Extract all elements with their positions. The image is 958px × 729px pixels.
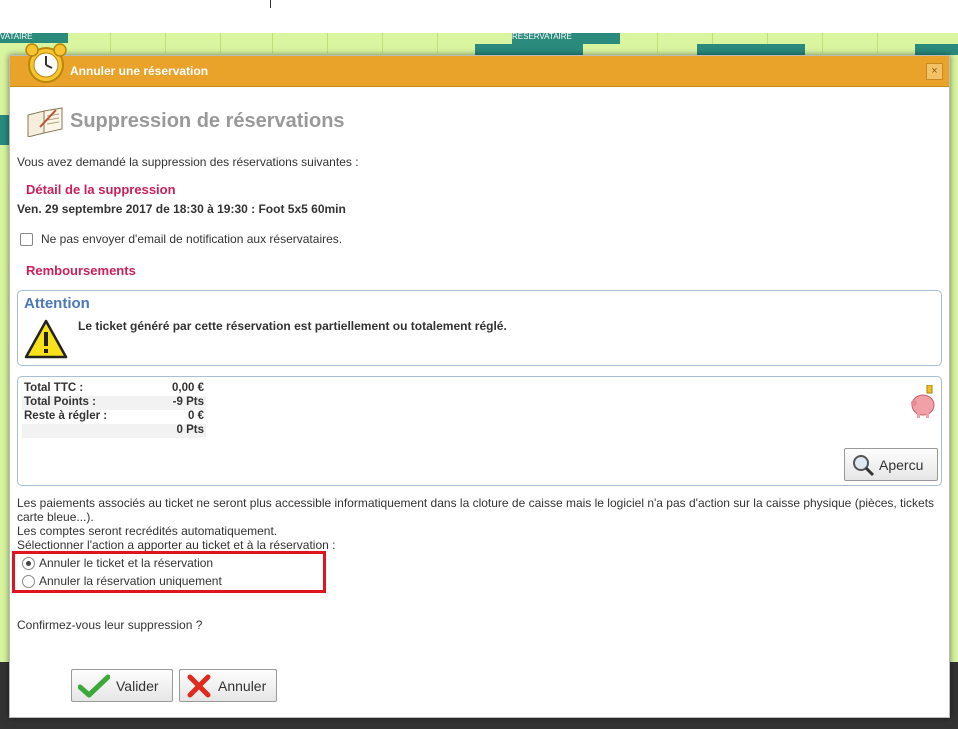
- remaining-row: Reste à régler :0 €: [24, 410, 204, 422]
- option-label: Annuler le ticket et la réservation: [39, 556, 214, 570]
- open-book-icon: [27, 107, 63, 137]
- calendar-event[interactable]: [915, 44, 958, 55]
- checkmark-icon: [78, 674, 110, 697]
- option-cancel-ticket-and-reservation[interactable]: Annuler le ticket et la réservation: [22, 556, 213, 570]
- reservation-detail: Ven. 29 septembre 2017 de 18:30 à 19:30 …: [17, 202, 346, 216]
- attention-message: Le ticket généré par cette réservation e…: [78, 319, 507, 333]
- validate-label: Valider: [116, 677, 159, 694]
- text-cursor: [270, 0, 271, 8]
- validate-button[interactable]: Valider: [71, 669, 173, 702]
- attention-box: Attention Le ticket généré par cette rés…: [17, 290, 942, 366]
- preview-label: Apercu: [879, 456, 924, 473]
- radio-cancel-ticket-and-reservation[interactable]: [22, 556, 35, 570]
- radio-cancel-reservation-only[interactable]: [22, 574, 35, 588]
- total-points-row: Total Points : -9 Pts: [22, 396, 206, 410]
- no-email-option[interactable]: Ne pas envoyer d'email de notification a…: [20, 232, 342, 246]
- option-cancel-reservation-only[interactable]: Annuler la réservation uniquement: [22, 574, 222, 588]
- calendar-event[interactable]: [0, 115, 9, 145]
- preview-button[interactable]: Apercu: [844, 448, 938, 481]
- cross-icon: [187, 674, 211, 697]
- totals-box: Total TTC :0,00 € Total Points : -9 Pts R…: [17, 376, 942, 486]
- page-title: Suppression de réservations: [70, 110, 345, 132]
- calendar-event[interactable]: [697, 44, 805, 55]
- dialog-title: Annuler une réservation: [70, 64, 209, 78]
- dialog-titlebar[interactable]: Annuler une réservation ×: [10, 56, 949, 87]
- no-email-label: Ne pas envoyer d'email de notification a…: [41, 232, 343, 246]
- cancel-label: Annuler: [218, 677, 267, 694]
- calendar-event[interactable]: RESERVATAIRE: [512, 33, 620, 44]
- refunds-section-title: Remboursements: [26, 263, 136, 278]
- payments-info: Les paiements associés au ticket ne sero…: [17, 496, 935, 524]
- accounts-info: Les comptes seront recrédités automatiqu…: [17, 524, 278, 538]
- attention-title: Attention: [24, 295, 90, 312]
- close-icon[interactable]: ×: [926, 63, 943, 80]
- warning-icon: [24, 319, 68, 359]
- magnifier-icon: [853, 454, 875, 476]
- cancel-button[interactable]: Annuler: [179, 669, 277, 702]
- no-email-checkbox[interactable]: [20, 232, 33, 246]
- alarm-clock-icon: [25, 43, 67, 83]
- remaining-points-row: 0 Pts: [22, 424, 206, 438]
- option-label: Annuler la réservation uniquement: [39, 574, 222, 588]
- cancel-reservation-dialog: Annuler une réservation × Suppression de…: [9, 43, 950, 718]
- piggy-bank-icon: [911, 385, 935, 418]
- total-ttc-row: Total TTC :0,00 €: [24, 382, 204, 394]
- confirm-question: Confirmez-vous leur suppression ?: [17, 618, 203, 632]
- select-action-info: Sélectionner l'action a apporter au tick…: [17, 538, 336, 552]
- calendar-event[interactable]: [475, 44, 583, 55]
- top-blank-area: [0, 0, 958, 33]
- intro-text: Vous avez demandé la suppression des rés…: [17, 155, 359, 169]
- detail-section-title: Détail de la suppression: [26, 182, 176, 197]
